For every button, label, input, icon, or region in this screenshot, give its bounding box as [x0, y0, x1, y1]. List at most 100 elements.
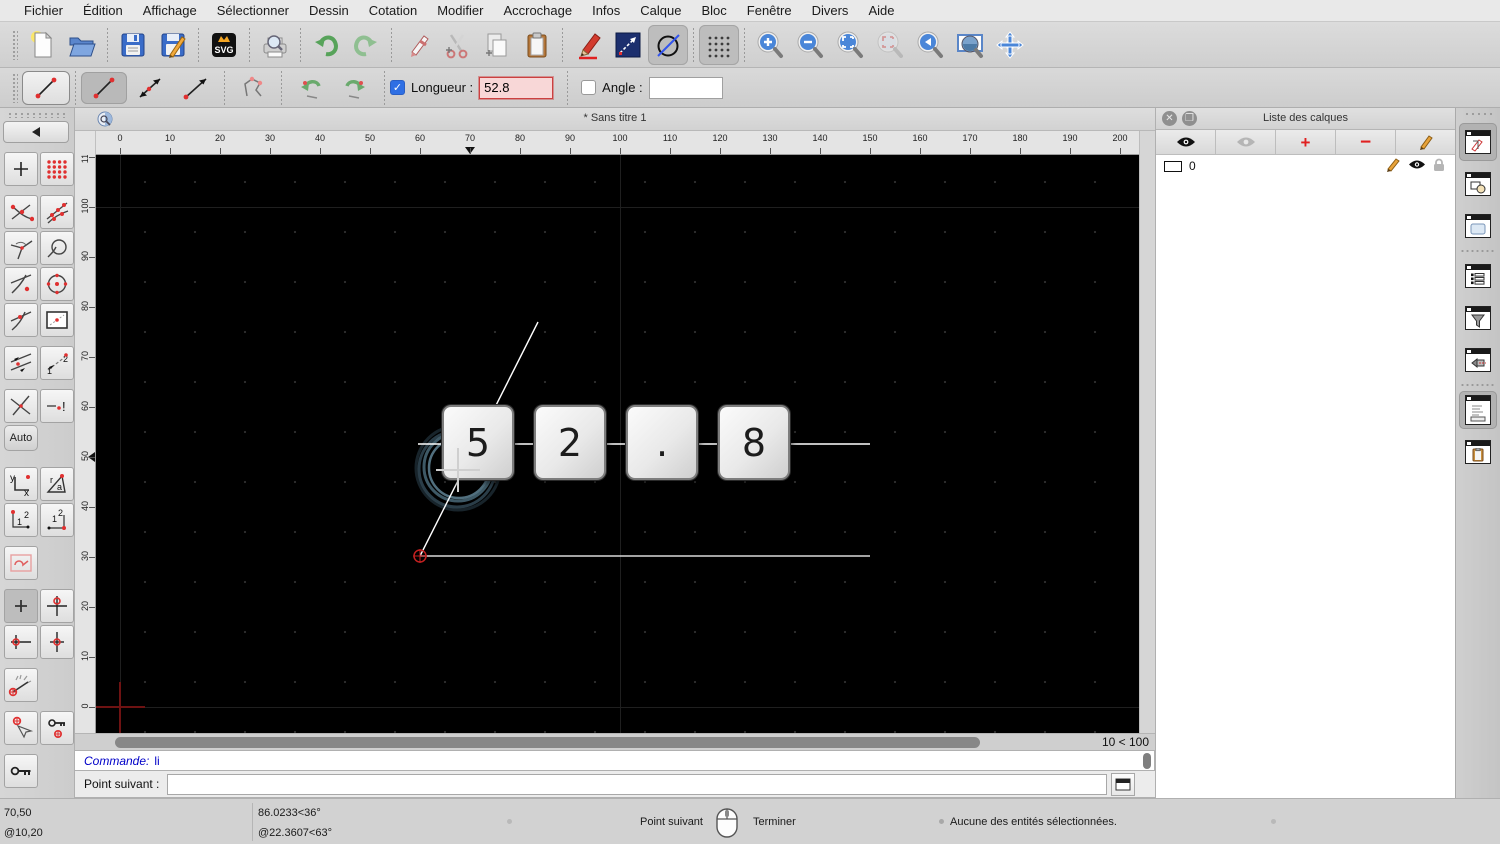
open-file-button[interactable]	[62, 25, 102, 65]
toggle-command-widget-button[interactable]	[1459, 341, 1497, 379]
snap-perpendicular-button[interactable]	[4, 231, 38, 265]
restrict-parallel-button[interactable]	[4, 346, 38, 380]
menu-item-accrochage[interactable]: Accrochage	[493, 3, 582, 18]
toggle-library-panel-button[interactable]	[1459, 207, 1497, 245]
hscroll-thumb[interactable]	[115, 737, 980, 748]
menu-item-aide[interactable]: Aide	[858, 3, 904, 18]
coordinate-polar-button[interactable]: r a	[40, 467, 74, 501]
edit-layer-button[interactable]	[1396, 130, 1455, 154]
snap-intersection-manual-button[interactable]	[4, 389, 38, 423]
angle-input[interactable]	[649, 77, 723, 99]
snap-distance-button[interactable]: 1 2	[40, 346, 74, 380]
relative-polar-button[interactable]: 1 2	[40, 503, 74, 537]
snap-on-entity-button[interactable]	[40, 195, 74, 229]
command-input[interactable]	[167, 774, 1107, 795]
toggle-block-panel-button[interactable]	[1459, 165, 1497, 203]
snap-toolbar-handle[interactable]	[7, 112, 68, 118]
cut-button[interactable]	[437, 25, 477, 65]
copy-button[interactable]	[477, 25, 517, 65]
drawing-canvas[interactable]: 52.8	[96, 155, 1139, 733]
set-relative-zero-button[interactable]	[4, 711, 38, 745]
delete-button[interactable]	[397, 25, 437, 65]
snap-free-button[interactable]	[4, 152, 38, 186]
layer-visibility-eye-icon[interactable]	[1408, 159, 1426, 170]
snap-reference-button[interactable]	[40, 303, 74, 337]
zoom-previous-button[interactable]	[910, 25, 950, 65]
snap-auto-button[interactable]: Auto	[4, 425, 38, 451]
undo-button[interactable]	[306, 25, 346, 65]
zoom-auto-button[interactable]	[830, 25, 870, 65]
horizontal-scrollbar[interactable]: 10 < 100	[75, 733, 1155, 750]
menu-item-fichier[interactable]: Fichier	[14, 3, 73, 18]
zoom-window-button[interactable]	[950, 25, 990, 65]
menu-item-calque[interactable]: Calque	[630, 3, 691, 18]
length-checkbox[interactable]: ✓	[390, 80, 405, 95]
paste-button[interactable]	[517, 25, 557, 65]
draw-pencil-button[interactable]	[568, 25, 608, 65]
snap-endpoints-button[interactable]	[4, 195, 38, 229]
restrict-off-button[interactable]	[4, 589, 38, 623]
back-button[interactable]	[3, 121, 69, 143]
coordinate-cartesian-button[interactable]: y x	[4, 467, 38, 501]
restrict-angle-button[interactable]	[4, 668, 38, 702]
snap-grid-button[interactable]	[40, 152, 74, 186]
add-layer-button[interactable]: +	[1276, 130, 1336, 154]
angle-checkbox[interactable]	[581, 80, 596, 95]
remove-layer-button[interactable]: −	[1336, 130, 1396, 154]
toggle-layer-panel-button[interactable]	[1459, 123, 1497, 161]
menu-item-modifier[interactable]: Modifier	[427, 3, 493, 18]
redo-segment-button[interactable]	[333, 72, 379, 104]
menu-item-fenetre[interactable]: Fenêtre	[737, 3, 802, 18]
toolbar-drag-handle[interactable]	[12, 30, 18, 60]
line-one-direction-button[interactable]	[173, 72, 219, 104]
restrict-vertical-button[interactable]	[40, 589, 74, 623]
keyboard-toggle-button[interactable]	[1111, 773, 1135, 796]
restrict-both-button[interactable]	[40, 625, 74, 659]
menu-item-infos[interactable]: Infos	[582, 3, 630, 18]
length-input[interactable]	[479, 77, 553, 99]
restrict-orthogonal-button[interactable]	[4, 546, 38, 580]
line-mode-button[interactable]	[608, 25, 648, 65]
zoom-out-button[interactable]	[790, 25, 830, 65]
snap-center-button[interactable]	[40, 267, 74, 301]
strip-drag-handle[interactable]	[1464, 112, 1492, 117]
print-preview-button[interactable]	[255, 25, 295, 65]
toggle-command-line-button[interactable]	[1459, 391, 1497, 429]
pan-button[interactable]	[990, 25, 1030, 65]
restrict-nothing-button[interactable]: !	[40, 389, 74, 423]
layer-color-swatch[interactable]	[1164, 161, 1182, 172]
redo-button[interactable]	[346, 25, 386, 65]
restrict-horizontal-button[interactable]	[4, 625, 38, 659]
toggle-selection-filter-button[interactable]	[1459, 299, 1497, 337]
new-file-button[interactable]	[22, 25, 62, 65]
lock-relative-zero-button[interactable]	[40, 711, 74, 745]
undo-segment-button[interactable]	[287, 72, 333, 104]
menu-item-affichage[interactable]: Affichage	[133, 3, 207, 18]
layer-row[interactable]: 0	[1156, 155, 1455, 177]
menu-item-cotation[interactable]: Cotation	[359, 3, 427, 18]
polyline-close-button[interactable]	[230, 72, 276, 104]
line-tool-button[interactable]	[22, 71, 70, 105]
menu-item-divers[interactable]: Divers	[802, 3, 859, 18]
menu-item-edition[interactable]: Édition	[73, 3, 133, 18]
snap-intersection-button[interactable]	[4, 267, 38, 301]
options-drag-handle[interactable]	[12, 73, 18, 103]
hide-all-layers-button[interactable]	[1216, 130, 1276, 154]
line-both-directions-button[interactable]	[127, 72, 173, 104]
ellipse-mode-button[interactable]	[648, 25, 688, 65]
save-button[interactable]	[113, 25, 153, 65]
zoom-in-button[interactable]	[750, 25, 790, 65]
menu-item-bloc[interactable]: Bloc	[691, 3, 736, 18]
toggle-clipboard-panel-button[interactable]	[1459, 433, 1497, 471]
toggle-property-panel-button[interactable]	[1459, 257, 1497, 295]
svg-export-button[interactable]: SVG	[204, 25, 244, 65]
menu-item-selectionner[interactable]: Sélectionner	[207, 3, 299, 18]
command-history-scrollbar[interactable]	[1143, 753, 1151, 769]
grid-toggle-button[interactable]	[699, 25, 739, 65]
vertical-scrollbar[interactable]	[1139, 131, 1155, 733]
menu-item-dessin[interactable]: Dessin	[299, 3, 359, 18]
layer-edit-pencil-icon[interactable]	[1386, 157, 1401, 172]
relative-cartesian-button[interactable]: 1 2	[4, 503, 38, 537]
layer-lock-icon[interactable]	[1433, 158, 1445, 172]
show-all-layers-button[interactable]	[1156, 130, 1216, 154]
